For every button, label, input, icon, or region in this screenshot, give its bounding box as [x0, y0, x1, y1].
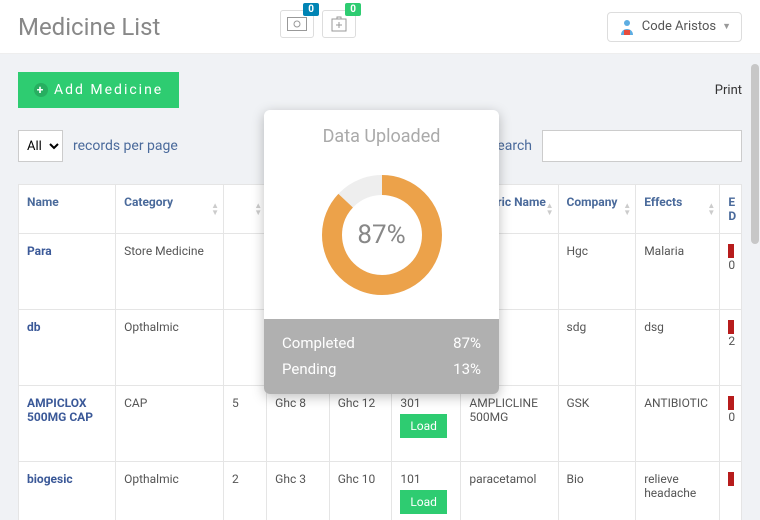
- page-title: Medicine List: [18, 13, 160, 41]
- cell-edge: [720, 462, 742, 520]
- cell-price1: Ghc 3: [267, 462, 330, 520]
- cell-category: Opthalmic: [116, 310, 224, 386]
- stat-completed: Completed 87%: [282, 331, 481, 357]
- cell-qty: [224, 234, 267, 310]
- completed-value: 87%: [453, 331, 481, 357]
- records-per-page: All records per page: [18, 130, 178, 162]
- user-name: Code Aristos: [642, 19, 716, 34]
- search-input[interactable]: [542, 130, 742, 162]
- cell-company: Bio: [558, 462, 636, 520]
- cell-effects: relieve headache: [636, 462, 720, 520]
- modal-title: Data Uploaded: [264, 110, 499, 157]
- cell-qty: 5: [224, 386, 267, 462]
- col-name[interactable]: Name: [19, 185, 116, 234]
- medicine-link[interactable]: AMPICLOX 500MG CAP: [27, 396, 93, 424]
- cell-price2: Ghc 10: [329, 462, 392, 520]
- money-icon[interactable]: 0: [280, 10, 314, 38]
- user-icon: [618, 18, 636, 36]
- cell-name: AMPICLOX 500MG CAP: [19, 386, 116, 462]
- user-menu-button[interactable]: Code Aristos ▼: [607, 12, 742, 42]
- completed-label: Completed: [282, 331, 355, 357]
- col-effects[interactable]: Effects▲▼: [636, 185, 720, 234]
- cell-name: biogesic: [19, 462, 116, 520]
- col-qty[interactable]: ▲▼: [224, 185, 267, 234]
- add-button-label: Add Medicine: [54, 82, 163, 98]
- cell-edge: 0: [720, 386, 742, 462]
- cell-name: db: [19, 310, 116, 386]
- pending-label: Pending: [282, 357, 336, 383]
- cell-category: CAP: [116, 386, 224, 462]
- load-button[interactable]: Load: [400, 414, 447, 438]
- cell-effects: dsg: [636, 310, 720, 386]
- cell-edge: 2: [720, 310, 742, 386]
- col-company[interactable]: Company▲▼: [558, 185, 636, 234]
- print-link[interactable]: Print: [715, 83, 742, 98]
- load-button[interactable]: Load: [400, 490, 447, 514]
- page-size-select[interactable]: All: [18, 130, 63, 162]
- scrollbar[interactable]: [751, 64, 759, 244]
- cell-name: Para: [19, 234, 116, 310]
- medicine-link[interactable]: Para: [27, 244, 52, 258]
- modal-stats: Completed 87% Pending 13%: [264, 319, 499, 394]
- cell-qty: [224, 310, 267, 386]
- cell-company: sdg: [558, 310, 636, 386]
- donut-chart: 87%: [264, 157, 499, 319]
- cell-stock: 301Load: [392, 386, 461, 462]
- cell-category: Opthalmic: [116, 462, 224, 520]
- search-group: Search: [489, 130, 742, 162]
- action-bar: + Add Medicine Print: [18, 72, 742, 108]
- cell-price1: Ghc 8: [267, 386, 330, 462]
- add-medicine-button[interactable]: + Add Medicine: [18, 72, 179, 108]
- col-category[interactable]: Category▲▼: [116, 185, 224, 234]
- money-badge: 0: [303, 3, 319, 16]
- cell-generic: AMPLICLINE 500MG: [461, 386, 558, 462]
- cell-qty: 2: [224, 462, 267, 520]
- pending-value: 13%: [453, 357, 481, 383]
- cell-price2: Ghc 12: [329, 386, 392, 462]
- cell-category: Store Medicine: [116, 234, 224, 310]
- plus-icon: +: [34, 83, 48, 97]
- topbar: Medicine List 0 0 Code Aristos ▼: [0, 0, 760, 54]
- stat-pending: Pending 13%: [282, 357, 481, 383]
- caret-down-icon: ▼: [722, 21, 731, 32]
- cell-company: GSK: [558, 386, 636, 462]
- cell-edge: 0: [720, 234, 742, 310]
- table-row: AMPICLOX 500MG CAP CAP5Ghc 8Ghc 12301Load…: [19, 386, 742, 462]
- cell-effects: Malaria: [636, 234, 720, 310]
- records-label: records per page: [73, 138, 178, 154]
- table-row: biogesic Opthalmic2Ghc 3Ghc 10101Loadpara…: [19, 462, 742, 520]
- upload-modal: Data Uploaded 87% Completed 87% Pending …: [264, 110, 499, 394]
- col-edge[interactable]: E D: [720, 185, 742, 234]
- cell-generic: paracetamol: [461, 462, 558, 520]
- medkit-badge: 0: [345, 3, 361, 16]
- medicine-link[interactable]: biogesic: [27, 472, 73, 486]
- medkit-icon[interactable]: 0: [322, 10, 356, 38]
- cell-company: Hgc: [558, 234, 636, 310]
- top-icons: 0 0: [280, 10, 356, 38]
- medicine-link[interactable]: db: [27, 320, 41, 334]
- donut-percent: 87%: [316, 169, 448, 301]
- cell-stock: 101Load: [392, 462, 461, 520]
- cell-effects: ANTIBIOTIC: [636, 386, 720, 462]
